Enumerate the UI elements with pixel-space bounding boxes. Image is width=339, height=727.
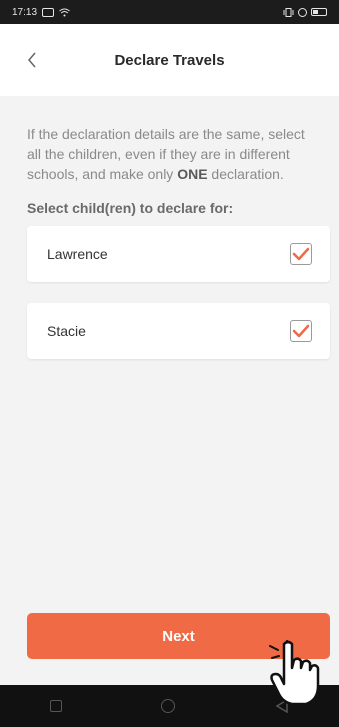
page-title: Declare Travels [114, 51, 225, 69]
status-left: 17:13 [12, 7, 70, 18]
battery-icon [311, 8, 327, 16]
chevron-left-icon [28, 52, 36, 68]
checkmark-icon [292, 247, 310, 261]
child-checkbox-lawrence[interactable] [290, 243, 312, 265]
child-checkbox-stacie[interactable] [290, 320, 312, 342]
hand-pointer-icon [269, 640, 320, 706]
instructions-part-2: declaration. [207, 166, 284, 182]
select-children-label: Select child(ren) to declare for: [27, 200, 234, 216]
child-card-lawrence[interactable]: Lawrence [27, 226, 330, 282]
home-button[interactable] [161, 699, 176, 713]
instructions-emphasis: ONE [177, 166, 208, 182]
main-content: If the declaration details are the same,… [0, 96, 339, 685]
instructions-text: If the declaration details are the same,… [27, 124, 319, 184]
status-time: 17:13 [12, 6, 38, 18]
header: Declare Travels [0, 24, 339, 96]
status-right [283, 7, 327, 17]
child-name: Stacie [47, 323, 86, 339]
recent-apps-button[interactable] [49, 700, 62, 712]
child-card-stacie[interactable]: Stacie [27, 303, 330, 359]
notification-icon [42, 7, 55, 17]
back-button[interactable] [18, 46, 46, 74]
status-bar: 17:13 [0, 0, 339, 24]
wifi-icon [59, 8, 70, 16]
vibrate-icon [283, 7, 294, 17]
checkmark-icon [292, 324, 310, 338]
child-name: Lawrence [47, 246, 108, 262]
alarm-icon [298, 7, 307, 17]
